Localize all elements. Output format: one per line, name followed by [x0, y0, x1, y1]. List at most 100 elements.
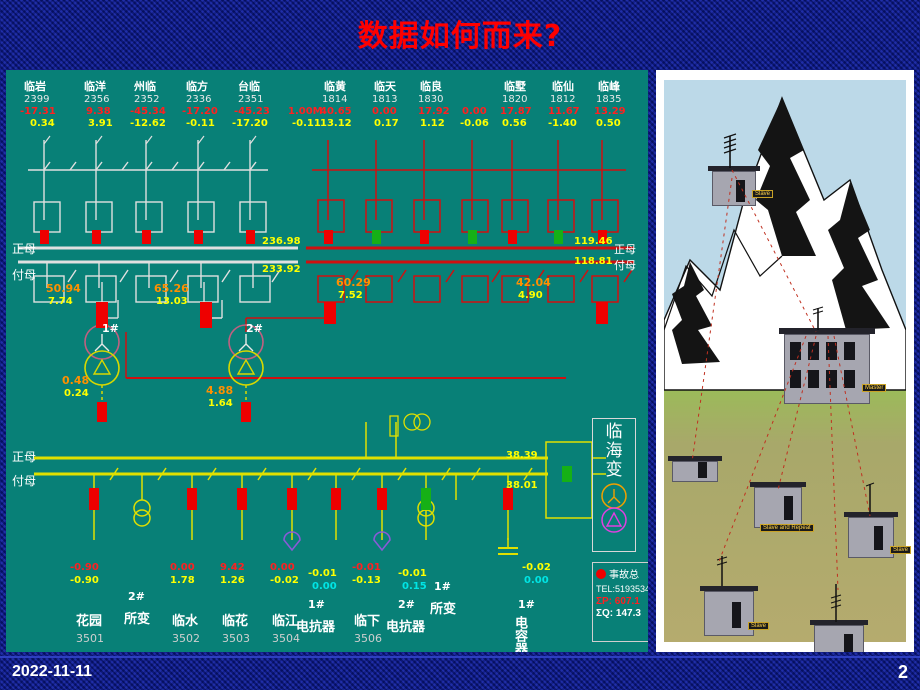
- bottom-feeder-name: 临江: [272, 614, 299, 629]
- total-active-power: ΣP: 607.1: [596, 596, 640, 607]
- bus-label-main-bottom: 正母: [12, 450, 37, 464]
- bottom-feeder-q: -0.90: [70, 575, 99, 586]
- bottom-feeder-name: 电容器: [512, 616, 527, 652]
- bottom-feeder-name: 电抗器: [296, 620, 336, 635]
- antenna-icon: [830, 584, 842, 622]
- bottom-feeder-q: 0.00: [524, 575, 549, 586]
- bus-label-main-right: 正母: [614, 243, 636, 256]
- bottom-feeder-p: 0.00: [170, 562, 195, 573]
- station-tag: Master: [862, 384, 887, 392]
- bus-voltage-aux-right: 118.81: [574, 256, 613, 267]
- slave-station-right: Slave: [844, 512, 912, 558]
- bus-voltage-aux-left: 233.92: [262, 264, 301, 275]
- station-name-char: 海: [605, 441, 623, 461]
- bottom-feeder-p: -0.01: [308, 568, 337, 579]
- bottom-feeder-name: 花园: [76, 614, 103, 629]
- page-title: 数据如何而来?: [357, 19, 563, 54]
- footer-divider: [0, 656, 920, 658]
- total-reactive-power: ΣQ: 147.3: [596, 608, 641, 619]
- bus-voltage-main-right: 119.46: [574, 236, 613, 247]
- bottom-feeder-name: 电抗器: [386, 620, 426, 635]
- bus-label-aux-left: 付母: [12, 268, 37, 282]
- master-station-building: Master: [779, 328, 887, 404]
- transformer-incoming-q: 7.74: [48, 296, 73, 307]
- station-tag: Slave and Repeat: [760, 524, 814, 532]
- bottom-feeder-q: 1.26: [220, 575, 245, 586]
- transformer-outgoing-p: 0.48: [62, 374, 90, 387]
- station-tag: Slave: [752, 190, 774, 198]
- mountain-slave-station: Slave: [708, 166, 774, 206]
- transformer-outgoing-q: 1.64: [208, 398, 233, 409]
- bus-voltage-main-bottom: 38.39: [506, 450, 538, 461]
- antenna-icon: [716, 556, 728, 586]
- bus-label-main-left: 正母: [12, 242, 37, 256]
- mv-measurement-p: 60.29: [336, 276, 371, 289]
- bottom-feeder-name: 1#: [434, 580, 451, 593]
- bus-voltage-aux-bottom: 38.01: [506, 480, 538, 491]
- transformer-outgoing-q: 0.24: [64, 388, 89, 399]
- bottom-feeder-name: 1#: [518, 598, 535, 611]
- bottom-feeder-p: 0.00: [270, 562, 295, 573]
- alarm-title-row: 事故总: [596, 566, 648, 581]
- station-name-char: 临: [605, 422, 623, 442]
- footer-date: 2022-11-11: [12, 663, 93, 680]
- bottom-feeder-q: 0.15: [402, 581, 427, 592]
- alarm-summary-panel[interactable]: 事故总 TEL:5193534 ΣP: 607.1 ΣQ: 147.3: [592, 562, 648, 642]
- transformer-legend-icon: [601, 483, 627, 533]
- antenna-icon: [812, 306, 824, 330]
- station-tag: Slave: [890, 546, 912, 554]
- bus-label-aux-right: 付母: [614, 259, 636, 272]
- bottom-feeder-id: 3501: [76, 632, 104, 645]
- transformer-label-2: 2#: [246, 322, 263, 335]
- bottom-feeder-p: -0.02: [522, 562, 551, 573]
- bottom-feeder-q: 1.78: [170, 575, 195, 586]
- bottom-feeder-q: 0.00: [312, 581, 337, 592]
- slide-title-bar: 数据如何而来?: [0, 0, 920, 66]
- antenna-icon: [865, 482, 875, 514]
- bottom-feeder-name: 所变: [124, 612, 151, 627]
- slide-background: 数据如何而来? 临岩 临洋 州临 临方 台临 2399 2356 2352 23…: [0, 0, 920, 690]
- station-name-char: 变: [605, 460, 623, 480]
- transformer-incoming-p: 65.26: [154, 282, 189, 295]
- slave-and-repeat-station: Slave and Repeat: [750, 482, 814, 532]
- scada-diagram-panel[interactable]: 临岩 临洋 州临 临方 台临 2399 2356 2352 2336 2351 …: [6, 70, 648, 652]
- footer-page-number: 2: [897, 662, 908, 682]
- bottom-feeder-p: 9.42: [220, 562, 245, 573]
- slave-station-topleft: [668, 456, 722, 482]
- antenna-icon: [723, 133, 737, 168]
- slave-station-left: Slave: [700, 586, 770, 636]
- network-topology-illustration: Slave Master Slave and Repeat Slave Slav…: [656, 70, 914, 652]
- bottom-feeder-id: 3502: [172, 632, 200, 645]
- accident-indicator-icon: [596, 568, 606, 579]
- station-name-box: 临 海 变: [592, 418, 636, 552]
- bottom-feeder-q: -0.13: [352, 575, 381, 586]
- bottom-feeder-name: 所变: [430, 602, 457, 617]
- bottom-feeder-p: -0.01: [398, 568, 427, 579]
- bottom-feeder-p: -0.90: [70, 562, 99, 573]
- slave-station-bottom: Slave: [810, 620, 868, 652]
- transformer-incoming-p: 50.94: [46, 282, 81, 295]
- mv-measurement-q: 7.52: [338, 290, 363, 301]
- bus-voltage-main-left: 236.98: [262, 236, 301, 247]
- alarm-title: 事故总: [609, 570, 639, 581]
- bottom-feeder-name: 临花: [222, 614, 249, 629]
- station-tag: Slave: [748, 622, 770, 630]
- bottom-feeder-id: 3506: [354, 632, 382, 645]
- bottom-feeder-id: 3503: [222, 632, 250, 645]
- bottom-feeder-p: -0.01: [352, 562, 381, 573]
- bottom-feeder-name: 临下: [354, 614, 381, 629]
- single-line-diagram-svg: [18, 135, 634, 555]
- bottom-feeder-name: 2#: [398, 598, 415, 611]
- transformer-outgoing-p: 4.88: [206, 384, 234, 397]
- transformer-label-1: 1#: [102, 322, 119, 335]
- slide-footer: 2022-11-11 2: [0, 656, 920, 690]
- bottom-feeder-q: -0.02: [270, 575, 299, 586]
- mv-measurement-p: 42.04: [516, 276, 551, 289]
- mv-measurement-q: 4.90: [518, 290, 543, 301]
- bus-label-aux-bottom: 付母: [12, 474, 37, 488]
- alarm-telephone: TEL:5193534: [596, 584, 648, 594]
- bottom-feeder-name: 2#: [128, 590, 145, 603]
- bottom-feeder-name: 1#: [308, 598, 325, 611]
- bottom-feeder-name: 临水: [172, 614, 199, 629]
- transformer-incoming-q: 13.03: [156, 296, 188, 307]
